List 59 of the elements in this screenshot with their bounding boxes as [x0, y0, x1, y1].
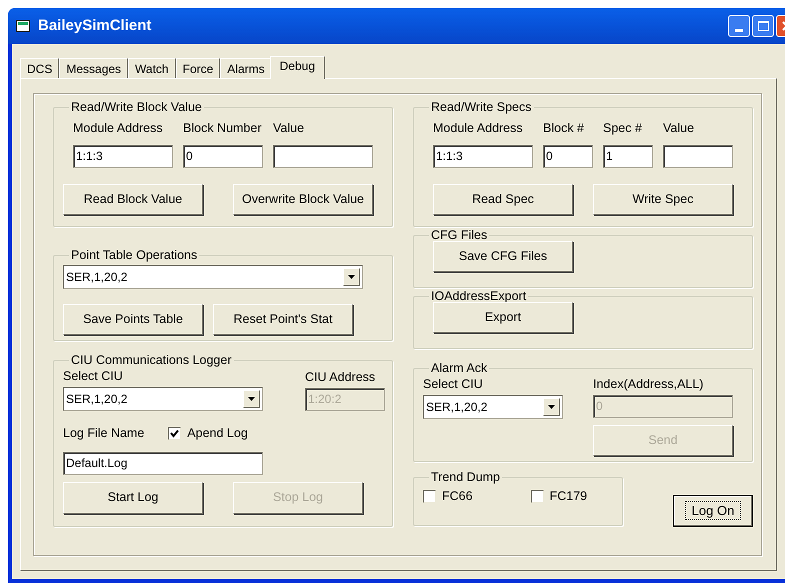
field-label: Log File Name: [63, 424, 144, 442]
group-title: CFG Files: [430, 228, 488, 242]
button[interactable]: Export: [433, 302, 573, 333]
tab[interactable]: Alarms: [220, 58, 272, 78]
group-title: Read/Write Specs: [430, 100, 533, 114]
maximize-button[interactable]: [752, 15, 774, 37]
button[interactable]: Read Block Value: [63, 184, 203, 215]
minimize-icon: [735, 29, 743, 32]
dropdown[interactable]: SER,1,20,2: [423, 394, 563, 419]
input-field[interactable]: 0: [183, 144, 263, 168]
input-field[interactable]: [273, 144, 373, 168]
button[interactable]: Save Points Table: [63, 304, 203, 335]
button[interactable]: Reset Point's Stat: [213, 304, 353, 335]
checkbox[interactable]: [530, 490, 544, 503]
checkbox[interactable]: [168, 426, 182, 440]
group-title: Point Table Operations: [70, 248, 198, 262]
field-label: CIU Address: [305, 369, 376, 386]
dropdown[interactable]: SER,1,20,2: [63, 265, 363, 289]
log-on-button[interactable]: Log On: [673, 495, 753, 527]
button[interactable]: Overwrite Block Value: [233, 184, 373, 215]
tab[interactable]: Messages: [59, 58, 128, 78]
group-title: CIU Communications Logger: [70, 353, 232, 367]
maximize-icon: [758, 21, 768, 31]
input-field[interactable]: 0: [543, 144, 593, 168]
input-field[interactable]: 1:1:3: [73, 144, 173, 168]
checkbox-label: FC179: [550, 488, 588, 505]
tab[interactable]: Force: [176, 58, 220, 78]
group-title: IOAddressExport: [430, 289, 528, 303]
dropdown[interactable]: SER,1,20,2: [63, 386, 263, 411]
field-label: Module Address: [73, 120, 164, 137]
input-field[interactable]: 1: [603, 144, 653, 168]
button[interactable]: Write Spec: [593, 184, 733, 215]
window-title: BaileySimClient: [38, 16, 152, 36]
checkbox-label: FC66: [442, 488, 473, 505]
group-title: Alarm Ack: [430, 361, 488, 375]
checkbox-label: Apend Log: [187, 424, 248, 442]
field-label: Value: [273, 120, 306, 137]
tab[interactable]: Debug: [270, 56, 326, 79]
group-title: Read/Write Block Value: [70, 100, 203, 114]
field-label: Module Address: [433, 120, 524, 137]
field-label: Index(Address,ALL): [593, 376, 704, 393]
checkbox[interactable]: [423, 490, 436, 503]
input-field[interactable]: [663, 144, 733, 168]
button[interactable]: Start Log: [63, 482, 203, 514]
button[interactable]: Save CFG Files: [433, 241, 573, 272]
tab[interactable]: Watch: [128, 58, 176, 78]
field-label: Value: [663, 120, 696, 137]
tab[interactable]: DCS: [20, 58, 60, 78]
input-field[interactable]: 1:1:3: [433, 144, 533, 168]
field-label: Block Number: [183, 120, 262, 137]
input-field[interactable]: Default.Log: [63, 452, 263, 474]
field-label: Select CIU: [423, 376, 484, 393]
field-label: Spec #: [603, 120, 643, 137]
app-icon: [16, 20, 30, 32]
field-label: Select CIU: [63, 368, 124, 385]
minimize-button[interactable]: [728, 15, 750, 37]
field-label: Block #: [543, 120, 585, 137]
group-title: Trend Dump: [430, 470, 502, 484]
button[interactable]: Read Spec: [433, 184, 573, 215]
